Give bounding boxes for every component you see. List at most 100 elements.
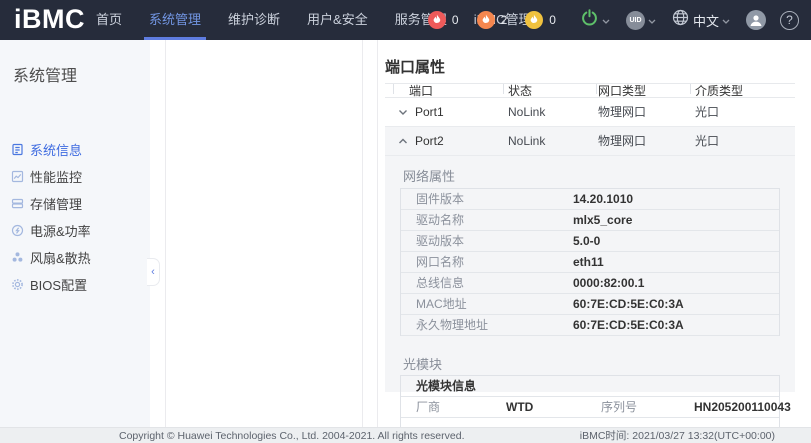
prop-value: mlx5_core	[573, 210, 632, 230]
alarm-critical-count: 0	[452, 13, 459, 27]
port2-detail-panel: 网络属性 固件版本 14.20.1010 驱动名称 mlx5_core 驱动版本…	[385, 156, 795, 392]
alarm-critical[interactable]: 0	[428, 11, 459, 29]
gear-icon	[11, 278, 24, 291]
prop-label: 总线信息	[401, 273, 573, 293]
sidebar-item-fan[interactable]: 风扇&散热	[0, 244, 150, 271]
panel-divider	[362, 40, 363, 427]
chart-icon	[11, 170, 24, 183]
alarm-major[interactable]: 2	[477, 11, 508, 29]
footer: Copyright © Huawei Technologies Co., Ltd…	[0, 427, 811, 443]
help-icon[interactable]: ?	[780, 11, 799, 30]
ibmc-time: iBMC时间: 2021/03/27 13:32(UTC+00:00)	[580, 428, 775, 443]
language-label: 中文	[693, 11, 719, 30]
table-row-port1[interactable]: Port1 NoLink 物理网口 光口	[385, 98, 795, 127]
nav-user-security[interactable]: 用户&安全	[307, 0, 368, 40]
prop-label: 永久物理地址	[401, 315, 573, 335]
port-table: 端口 状态 网口类型 介质类型 Port1 NoLink 物理网口 光口 Por…	[385, 83, 795, 156]
sidebar-item-power[interactable]: 电源&功率	[0, 217, 150, 244]
prop-row: 驱动名称 mlx5_core	[401, 210, 779, 231]
alarm-major-count: 2	[501, 13, 508, 27]
sidebar-item-system-info[interactable]: 系统信息	[0, 136, 150, 163]
copyright-text: Copyright © Huawei Technologies Co., Ltd…	[119, 430, 465, 442]
vendor-label: 厂商	[416, 397, 440, 418]
power-icon	[11, 224, 24, 237]
nav-maintenance-diagnosis[interactable]: 维护诊断	[228, 0, 280, 40]
col-header-port: 端口	[409, 84, 433, 98]
col-header-port-type: 网口类型	[598, 84, 646, 98]
prop-row: 网口名称 eth11	[401, 252, 779, 273]
prop-value: 60:7E:CD:5E:C0:3A	[573, 294, 684, 314]
cell-port: Port1	[415, 98, 444, 127]
prop-row: MAC地址 60:7E:CD:5E:C0:3A	[401, 294, 779, 315]
chevron-down-icon	[602, 11, 610, 29]
top-navbar: iBMC 首页 系统管理 维护诊断 用户&安全 服务管理 iBMC管理 0 2 …	[0, 0, 811, 40]
cell-media-type: 光口	[695, 127, 719, 156]
panel-divider	[377, 40, 378, 427]
prop-row: 固件版本 14.20.1010	[401, 189, 779, 210]
table-row-port2[interactable]: Port2 NoLink 物理网口 光口	[385, 127, 795, 156]
user-menu-button[interactable]	[746, 10, 766, 30]
storage-icon	[11, 197, 24, 210]
chevron-down-icon	[648, 11, 656, 29]
optical-row: 厂商 WTD 序列号 HN205200110043	[401, 397, 779, 418]
cell-status: NoLink	[508, 98, 545, 127]
prop-label: MAC地址	[401, 294, 573, 314]
cell-media-type: 光口	[695, 98, 719, 127]
prop-label: 网口名称	[401, 252, 573, 272]
flame-major-icon	[477, 11, 495, 29]
sidebar-item-label: 系统信息	[30, 140, 82, 159]
sidebar-item-label: 电源&功率	[30, 221, 91, 240]
prop-value: 60:7E:CD:5E:C0:3A	[573, 315, 684, 335]
alarm-minor[interactable]: 0	[525, 11, 556, 29]
sidebar-item-label: 风扇&散热	[30, 248, 91, 267]
sidebar-item-performance[interactable]: 性能监控	[0, 163, 150, 190]
chevron-down-icon	[722, 11, 730, 29]
port-properties-section: 端口属性 端口 状态 网口类型 介质类型 Port1 NoLink 物理网口 光…	[385, 40, 795, 427]
chevron-up-icon[interactable]	[398, 127, 408, 156]
nav-home[interactable]: 首页	[96, 0, 122, 40]
section-title: 端口属性	[385, 57, 795, 79]
sidebar-menu: 系统信息 性能监控 存储管理 电源&功率 风扇&散热	[0, 136, 150, 298]
prop-label: 固件版本	[401, 189, 573, 209]
flame-minor-icon	[525, 11, 543, 29]
port-table-header: 端口 状态 网口类型 介质类型	[385, 84, 795, 98]
prop-row: 总线信息 0000:82:00.1	[401, 273, 779, 294]
prop-row: 永久物理地址 60:7E:CD:5E:C0:3A	[401, 315, 779, 336]
prop-row: 驱动版本 5.0-0	[401, 231, 779, 252]
col-header-status: 状态	[508, 84, 532, 98]
user-avatar-icon	[746, 10, 766, 30]
col-header-media-type: 介质类型	[695, 84, 743, 98]
uid-icon: UID	[626, 11, 645, 30]
flame-critical-icon	[428, 11, 446, 29]
uid-indicator-button[interactable]: UID	[626, 11, 656, 30]
cell-port-type: 物理网口	[598, 98, 646, 127]
optical-module-table: 光模块信息 厂商 WTD 序列号 HN205200110043	[400, 375, 780, 427]
network-props-title: 网络属性	[403, 169, 780, 185]
sidebar-item-storage[interactable]: 存储管理	[0, 190, 150, 217]
prop-value: eth11	[573, 252, 604, 272]
nav-system-management[interactable]: 系统管理	[149, 0, 201, 40]
topbar-tools: 0 2 0 UID	[428, 0, 799, 40]
serial-value: HN205200110043	[694, 397, 791, 418]
sidebar-title: 系统管理	[13, 62, 77, 86]
prop-label: 驱动名称	[401, 210, 573, 230]
vendor-value: WTD	[506, 397, 533, 418]
chevron-down-icon[interactable]	[398, 98, 408, 127]
prop-value: 14.20.1010	[573, 189, 633, 209]
optical-module-title: 光模块	[403, 357, 780, 373]
alarm-minor-count: 0	[549, 13, 556, 27]
power-icon	[580, 8, 599, 32]
language-selector[interactable]: 中文	[672, 9, 730, 31]
globe-icon	[672, 9, 689, 31]
cell-port-type: 物理网口	[598, 127, 646, 156]
sidebar-item-bios[interactable]: BIOS配置	[0, 271, 150, 298]
fan-icon	[11, 251, 24, 264]
prop-value: 5.0-0	[573, 231, 600, 251]
serial-label: 序列号	[601, 397, 637, 418]
optical-row-cutoff	[401, 418, 779, 427]
sidebar-collapse-toggle[interactable]: ‹	[147, 258, 160, 286]
optical-info-header: 光模块信息	[401, 376, 779, 397]
ibmc-logo: iBMC	[14, 4, 85, 35]
prop-label: 驱动版本	[401, 231, 573, 251]
power-control-button[interactable]	[580, 8, 610, 32]
